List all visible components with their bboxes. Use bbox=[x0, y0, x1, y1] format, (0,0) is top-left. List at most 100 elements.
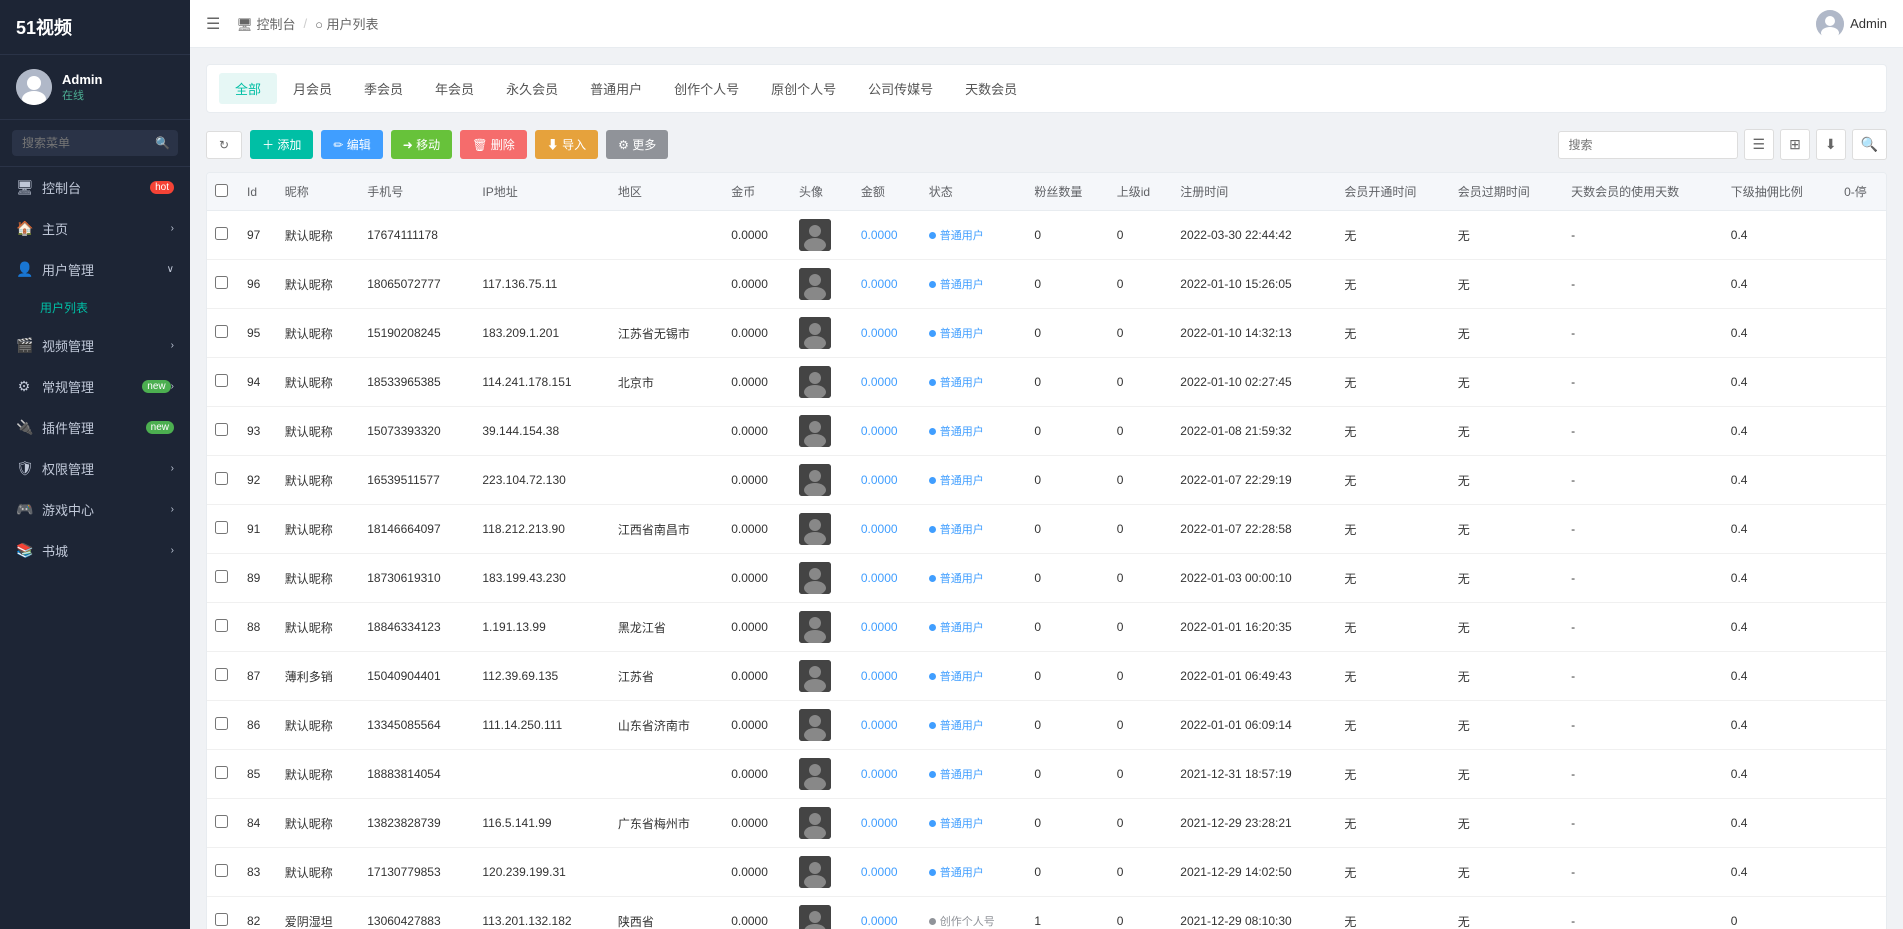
cell-phone: 17130779853 bbox=[359, 848, 474, 897]
cell-amount[interactable]: 0.0000 bbox=[853, 652, 921, 701]
delete-button[interactable]: 🗑 删除 bbox=[460, 130, 527, 159]
avatar bbox=[16, 69, 52, 105]
amount-link[interactable]: 0.0000 bbox=[861, 375, 898, 389]
amount-link[interactable]: 0.0000 bbox=[861, 522, 898, 536]
sidebar-item-plugin-mgmt[interactable]: 🔌 插件管理 new bbox=[0, 407, 190, 448]
cell-amount[interactable]: 0.0000 bbox=[853, 799, 921, 848]
cell-phone: 18730619310 bbox=[359, 554, 474, 603]
col-coins: 金币 bbox=[723, 173, 791, 211]
cell-nickname: 默认昵称 bbox=[277, 260, 359, 309]
amount-link[interactable]: 0.0000 bbox=[861, 669, 898, 683]
row-checkbox[interactable] bbox=[215, 276, 228, 289]
amount-link[interactable]: 0.0000 bbox=[861, 326, 898, 340]
cell-amount[interactable]: 0.0000 bbox=[853, 309, 921, 358]
tab-all[interactable]: 全部 bbox=[219, 73, 277, 104]
select-all-checkbox[interactable] bbox=[215, 184, 228, 197]
user-icon: 👤 bbox=[16, 261, 32, 278]
move-button[interactable]: ➜ 移动 bbox=[391, 130, 452, 159]
sidebar-item-permission-mgmt[interactable]: 🛡 权限管理 › bbox=[0, 448, 190, 489]
amount-link[interactable]: 0.0000 bbox=[861, 718, 898, 732]
app-logo: 51视频 bbox=[0, 0, 190, 55]
table-search-input[interactable] bbox=[1558, 131, 1738, 159]
amount-link[interactable]: 0.0000 bbox=[861, 473, 898, 487]
amount-link[interactable]: 0.0000 bbox=[861, 424, 898, 438]
sidebar-item-dashboard[interactable]: 🖥 控制台 hot bbox=[0, 167, 190, 208]
tab-monthly[interactable]: 月会员 bbox=[277, 73, 348, 104]
row-checkbox[interactable] bbox=[215, 668, 228, 681]
amount-link[interactable]: 0.0000 bbox=[861, 767, 898, 781]
cell-avatar bbox=[791, 211, 853, 260]
cell-fans: 0 bbox=[1026, 848, 1108, 897]
status-badge: 普通用户 bbox=[929, 619, 984, 635]
tab-quarterly[interactable]: 季会员 bbox=[348, 73, 419, 104]
cell-amount[interactable]: 0.0000 bbox=[853, 456, 921, 505]
cell-amount[interactable]: 0.0000 bbox=[853, 407, 921, 456]
amount-link[interactable]: 0.0000 bbox=[861, 228, 898, 242]
chevron-right-icon: › bbox=[171, 545, 174, 556]
status-dot bbox=[929, 624, 936, 631]
cell-amount[interactable]: 0.0000 bbox=[853, 211, 921, 260]
cell-amount[interactable]: 0.0000 bbox=[853, 848, 921, 897]
tab-company-media[interactable]: 公司传媒号 bbox=[852, 73, 949, 104]
cell-id: 89 bbox=[239, 554, 277, 603]
row-checkbox[interactable] bbox=[215, 815, 228, 828]
cell-parent-id: 0 bbox=[1109, 848, 1173, 897]
cell-parent-id: 0 bbox=[1109, 309, 1173, 358]
cell-reg-time: 2022-01-03 00:00:10 bbox=[1172, 554, 1336, 603]
amount-link[interactable]: 0.0000 bbox=[861, 914, 898, 928]
cell-amount[interactable]: 0.0000 bbox=[853, 701, 921, 750]
user-avatar-thumb bbox=[799, 611, 831, 643]
row-checkbox[interactable] bbox=[215, 766, 228, 779]
row-checkbox[interactable] bbox=[215, 227, 228, 240]
row-checkbox[interactable] bbox=[215, 423, 228, 436]
add-button[interactable]: ＋ 添加 bbox=[250, 130, 313, 159]
cell-id: 87 bbox=[239, 652, 277, 701]
cell-amount[interactable]: 0.0000 bbox=[853, 603, 921, 652]
grid-view-button[interactable]: ⊞ bbox=[1780, 129, 1810, 160]
more-button[interactable]: ⚙ 更多 bbox=[606, 130, 668, 159]
tab-creator-personal[interactable]: 创作个人号 bbox=[658, 73, 755, 104]
tab-permanent[interactable]: 永久会员 bbox=[490, 73, 574, 104]
row-checkbox[interactable] bbox=[215, 472, 228, 485]
status-dot bbox=[929, 673, 936, 680]
row-checkbox[interactable] bbox=[215, 913, 228, 926]
cell-amount[interactable]: 0.0000 bbox=[853, 505, 921, 554]
row-checkbox[interactable] bbox=[215, 521, 228, 534]
amount-link[interactable]: 0.0000 bbox=[861, 620, 898, 634]
cell-amount[interactable]: 0.0000 bbox=[853, 554, 921, 603]
cell-avatar bbox=[791, 260, 853, 309]
sidebar-item-game-center[interactable]: 🎮 游戏中心 › bbox=[0, 489, 190, 530]
cell-amount[interactable]: 0.0000 bbox=[853, 358, 921, 407]
row-checkbox[interactable] bbox=[215, 325, 228, 338]
amount-link[interactable]: 0.0000 bbox=[861, 277, 898, 291]
sidebar-item-video-mgmt[interactable]: 🎬 视频管理 › bbox=[0, 325, 190, 366]
sidebar-item-user-mgmt[interactable]: 👤 用户管理 ∨ bbox=[0, 249, 190, 290]
row-checkbox[interactable] bbox=[215, 374, 228, 387]
amount-link[interactable]: 0.0000 bbox=[861, 816, 898, 830]
sidebar-item-home[interactable]: 🏠 主页 › bbox=[0, 208, 190, 249]
amount-link[interactable]: 0.0000 bbox=[861, 571, 898, 585]
tab-yearly[interactable]: 年会员 bbox=[419, 73, 490, 104]
cell-amount[interactable]: 0.0000 bbox=[853, 260, 921, 309]
search-input[interactable] bbox=[12, 130, 178, 156]
refresh-button[interactable]: ↻ bbox=[206, 131, 242, 159]
sidebar-item-general-mgmt[interactable]: ⚙ 常规管理 new › bbox=[0, 366, 190, 407]
edit-button[interactable]: ✏ 编辑 bbox=[321, 130, 382, 159]
tab-tianshu[interactable]: 天数会员 bbox=[949, 73, 1033, 104]
row-checkbox[interactable] bbox=[215, 717, 228, 730]
list-view-button[interactable]: ☰ bbox=[1744, 129, 1775, 160]
tab-normal[interactable]: 普通用户 bbox=[574, 73, 658, 104]
column-search-button[interactable]: 🔍 bbox=[1852, 129, 1887, 160]
sidebar-item-user-list[interactable]: 用户列表 bbox=[0, 290, 190, 325]
cell-amount[interactable]: 0.0000 bbox=[853, 750, 921, 799]
row-checkbox[interactable] bbox=[215, 619, 228, 632]
import-button[interactable]: ⬇ 导入 bbox=[535, 130, 598, 159]
amount-link[interactable]: 0.0000 bbox=[861, 865, 898, 879]
row-checkbox[interactable] bbox=[215, 570, 228, 583]
sidebar-item-bookstore[interactable]: 📚 书城 › bbox=[0, 530, 190, 571]
export-button[interactable]: ⬇ bbox=[1816, 129, 1846, 160]
row-checkbox[interactable] bbox=[215, 864, 228, 877]
cell-amount[interactable]: 0.0000 bbox=[853, 897, 921, 929]
hamburger-icon[interactable]: ☰ bbox=[206, 14, 220, 34]
tab-original-personal[interactable]: 原创个人号 bbox=[755, 73, 852, 104]
